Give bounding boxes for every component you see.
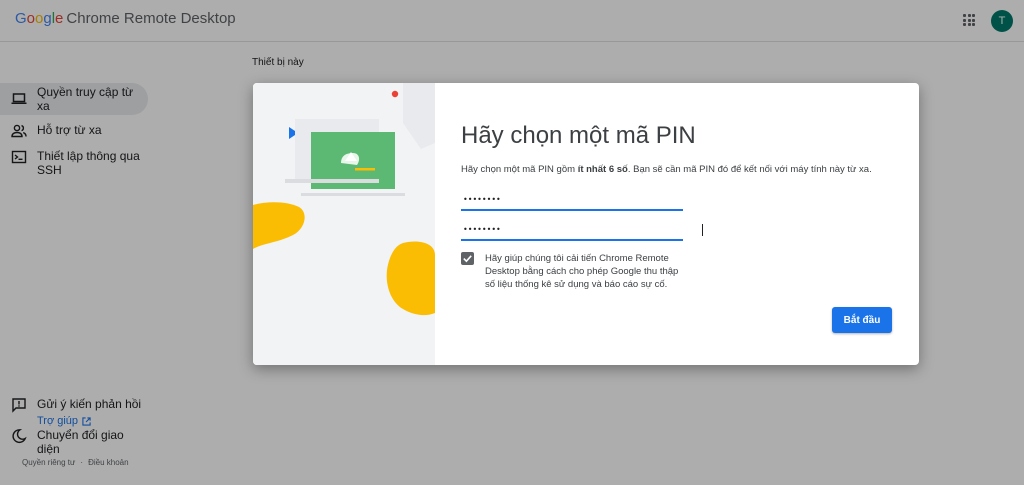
desc-prefix: Hãy chọn một mã PIN gồm — [461, 164, 578, 175]
desc-suffix: . Bạn sẽ cần mã PIN đó để kết nối với má… — [627, 164, 872, 175]
text-caret — [702, 224, 703, 236]
computer-illustration — [253, 83, 435, 365]
set-pin-dialog: Hãy chọn một mã PIN Hãy chọn một mã PIN … — [253, 83, 919, 365]
consent-label: Hãy giúp chúng tôi cải tiến Chrome Remot… — [485, 253, 679, 290]
checkmark-icon — [463, 255, 472, 263]
pin-input[interactable] — [461, 189, 683, 211]
start-button[interactable]: Bắt đầu — [832, 307, 892, 333]
dialog-description: Hãy chọn một mã PIN gồm ít nhất 6 số. Bạ… — [461, 164, 872, 175]
pin-confirm-input[interactable] — [461, 219, 683, 241]
consent-row: Hãy giúp chúng tôi cải tiến Chrome Remot… — [461, 252, 685, 291]
dialog-illustration — [253, 83, 435, 365]
desc-bold: ít nhất 6 số — [577, 164, 628, 175]
dialog-title: Hãy chọn một mã PIN — [461, 122, 696, 149]
dialog-content: Hãy chọn một mã PIN Hãy chọn một mã PIN … — [461, 83, 901, 365]
consent-checkbox[interactable] — [461, 252, 474, 265]
